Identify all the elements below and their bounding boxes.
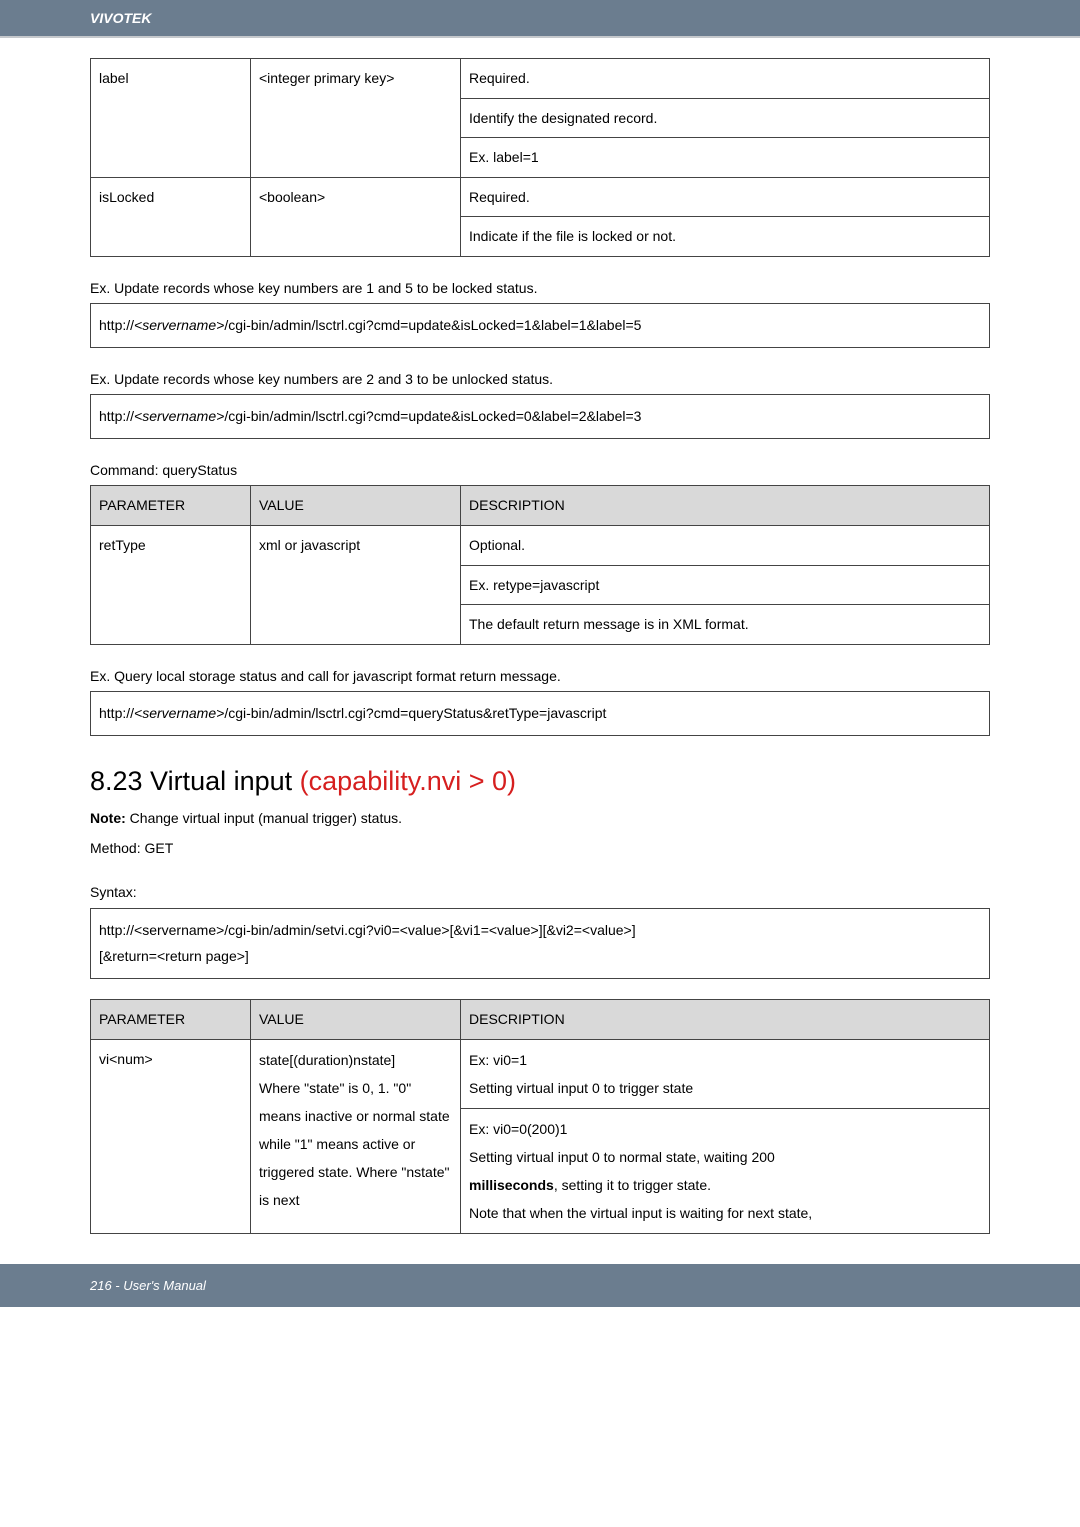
cell-desc: Indicate if the file is locked or not. [461,217,990,257]
desc-rest: , setting it to trigger state. [554,1177,711,1193]
cell-value: <boolean> [251,177,461,256]
heading-condition: (capability.nvi > 0) [300,766,516,796]
cell-desc: Required. [461,59,990,99]
url-box: http://<servername>/cgi-bin/admin/lsctrl… [90,394,990,439]
note-rest: Change virtual input (manual trigger) st… [126,810,402,826]
url-box: http://<servername>/cgi-bin/admin/lsctrl… [90,303,990,348]
desc-line: Setting virtual input 0 to normal state,… [469,1143,981,1171]
value-line: state[(duration)nstate] [259,1046,452,1074]
page-content: label <integer primary key> Required. Id… [0,38,1080,1234]
note-bold: Note: [90,810,126,826]
table-row: label <integer primary key> Required. [91,59,990,99]
desc-line: milliseconds, setting it to trigger stat… [469,1171,981,1199]
url-suffix: /cgi-bin/admin/lsctrl.cgi?cmd=update&isL… [224,317,641,333]
cell-desc: Ex: vi0=0(200)1 Setting virtual input 0 … [461,1108,990,1233]
cell-param: retType [91,525,251,644]
syntax-label: Syntax: [90,881,990,903]
params-table-2: PARAMETER VALUE DESCRIPTION retType xml … [90,485,990,644]
heading-num: 8.23 Virtual input [90,766,300,796]
url-server: <servername> [134,705,224,721]
table-row: isLocked <boolean> Required. [91,177,990,217]
syntax-line: [&return=<return page>] [99,943,981,970]
cell-desc: Ex: vi0=1 Setting virtual input 0 to tri… [461,1039,990,1108]
cell-param: label [91,59,251,178]
cell-desc: Ex. label=1 [461,138,990,178]
table-row: vi<num> state[(duration)nstate] Where "s… [91,1039,990,1108]
col-header: PARAMETER [91,1000,251,1040]
method-line: Method: GET [90,837,990,859]
note-line: Note: Change virtual input (manual trigg… [90,807,990,829]
table-header-row: PARAMETER VALUE DESCRIPTION [91,1000,990,1040]
syntax-line: http://<servername>/cgi-bin/admin/setvi.… [99,917,981,944]
cell-desc: Optional. [461,525,990,565]
footer-pagenum: 216 - User's Manual [0,1264,1080,1307]
section-heading: 8.23 Virtual input (capability.nvi > 0) [90,766,990,797]
params-table-1: label <integer primary key> Required. Id… [90,58,990,257]
cell-desc: Required. [461,177,990,217]
url-suffix: /cgi-bin/admin/lsctrl.cgi?cmd=queryStatu… [224,705,606,721]
url-server: <servername> [134,408,224,424]
url-suffix: /cgi-bin/admin/lsctrl.cgi?cmd=update&isL… [224,408,641,424]
col-header: DESCRIPTION [461,486,990,526]
example-caption: Ex. Update records whose key numbers are… [90,368,990,390]
syntax-box: http://<servername>/cgi-bin/admin/setvi.… [90,908,990,979]
desc-line: Note that when the virtual input is wait… [469,1199,981,1227]
url-prefix: http:// [99,408,134,424]
col-header: VALUE [251,1000,461,1040]
url-box: http://<servername>/cgi-bin/admin/lsctrl… [90,691,990,736]
url-server: <servername> [134,317,224,333]
col-header: DESCRIPTION [461,1000,990,1040]
cell-value: state[(duration)nstate] Where "state" is… [251,1039,461,1233]
cell-param: isLocked [91,177,251,256]
value-line: Where "state" is 0, 1. "0" means inactiv… [259,1074,452,1214]
cell-param: vi<num> [91,1039,251,1233]
cell-desc: The default return message is in XML for… [461,605,990,645]
desc-bold: milliseconds [469,1177,554,1193]
table-row: retType xml or javascript Optional. [91,525,990,565]
table-header-row: PARAMETER VALUE DESCRIPTION [91,486,990,526]
cell-value: xml or javascript [251,525,461,644]
command-label: Command: queryStatus [90,459,990,481]
header-brand: VIVOTEK [0,0,1080,38]
cell-desc: Identify the designated record. [461,98,990,138]
col-header: PARAMETER [91,486,251,526]
example-caption: Ex. Update records whose key numbers are… [90,277,990,299]
params-table-3: PARAMETER VALUE DESCRIPTION vi<num> stat… [90,999,990,1234]
col-header: VALUE [251,486,461,526]
cell-desc: Ex. retype=javascript [461,565,990,605]
desc-line: Ex: vi0=1 [469,1046,981,1074]
example-caption: Ex. Query local storage status and call … [90,665,990,687]
cell-value: <integer primary key> [251,59,461,178]
desc-line: Ex: vi0=0(200)1 [469,1115,981,1143]
url-prefix: http:// [99,705,134,721]
desc-line: Setting virtual input 0 to trigger state [469,1074,981,1102]
url-prefix: http:// [99,317,134,333]
